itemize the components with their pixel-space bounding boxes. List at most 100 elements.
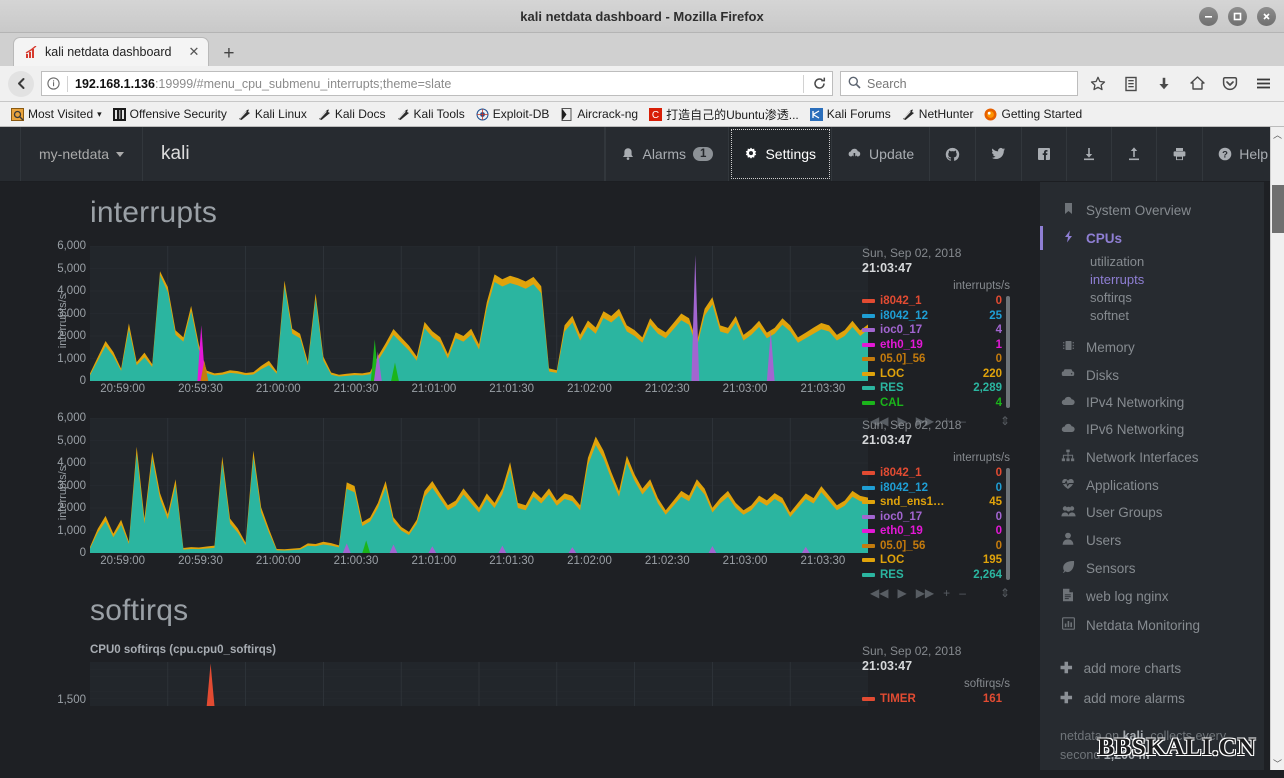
bookmark-item[interactable]: Kali Forums bbox=[805, 105, 896, 123]
legend-row[interactable]: i8042_120 bbox=[862, 481, 1002, 496]
header-menu-item-import[interactable] bbox=[1067, 127, 1112, 181]
bookmark-item[interactable]: C打造自己的Ubuntu渗透... bbox=[644, 104, 804, 125]
close-button[interactable] bbox=[1257, 7, 1276, 26]
sidebar-item-cpus[interactable]: CPUs bbox=[1040, 224, 1264, 252]
back-button[interactable] bbox=[8, 71, 34, 97]
legend-row[interactable]: snd_ens1…45 bbox=[862, 495, 1002, 510]
sidebar-item-ipv4-networking[interactable]: IPv4 Networking bbox=[1040, 389, 1264, 416]
section-title-interrupts: interrupts bbox=[0, 182, 1040, 230]
bookmark-item[interactable]: Exploit-DB bbox=[471, 105, 555, 123]
minimize-button[interactable] bbox=[1199, 7, 1218, 26]
page-info-icon[interactable] bbox=[47, 76, 68, 92]
legend-row[interactable]: eth0_191 bbox=[862, 338, 1002, 353]
sidebar-item-web-log-nginx[interactable]: web log nginx bbox=[1040, 582, 1264, 611]
sidebar-item-system-overview[interactable]: System Overview bbox=[1040, 196, 1264, 224]
zoom-in-button[interactable]: + bbox=[943, 586, 950, 600]
sidebar-item-netdata-monitoring[interactable]: Netdata Monitoring bbox=[1040, 611, 1264, 639]
bookmark-item[interactable]: Offensive Security bbox=[108, 105, 232, 123]
chart-plot[interactable] bbox=[90, 246, 868, 381]
search-input[interactable]: Search bbox=[840, 71, 1078, 96]
legend-row[interactable]: eth0_190 bbox=[862, 524, 1002, 539]
sidebar-item-user-groups[interactable]: User Groups bbox=[1040, 499, 1264, 526]
chart-plot[interactable] bbox=[90, 662, 868, 706]
sidebar-item-network-interfaces[interactable]: Network Interfaces bbox=[1040, 443, 1264, 471]
pocket-icon[interactable] bbox=[1217, 71, 1243, 97]
sidebar-add-more-alarms[interactable]: ✚add more alarms bbox=[1040, 683, 1264, 713]
star-icon[interactable] bbox=[1085, 71, 1111, 97]
hamburger-menu-icon[interactable] bbox=[1250, 71, 1276, 97]
browser-tab[interactable]: kali netdata dashboard ✕ bbox=[13, 37, 209, 66]
scroll-down-arrow[interactable]: ﹀ bbox=[1271, 756, 1284, 770]
header-menu-item-export[interactable] bbox=[1112, 127, 1157, 181]
sidebar-subitem-softirqs[interactable]: softirqs bbox=[1040, 288, 1264, 306]
tab-close-icon[interactable]: ✕ bbox=[188, 44, 199, 60]
sidebar-item-users[interactable]: Users bbox=[1040, 526, 1264, 554]
sidebar-add-more-charts[interactable]: ✚add more charts bbox=[1040, 653, 1264, 683]
library-icon[interactable] bbox=[1118, 71, 1144, 97]
play-button[interactable]: ▶ bbox=[897, 586, 906, 600]
legend-row[interactable]: RES2,264 bbox=[862, 568, 1002, 583]
github-icon bbox=[945, 147, 960, 162]
header-menu-label: Help bbox=[1239, 146, 1268, 162]
bookmark-item[interactable]: Aircrack-ng bbox=[555, 105, 643, 123]
legend-row[interactable]: 05.0]_560 bbox=[862, 352, 1002, 367]
reload-icon[interactable] bbox=[803, 75, 827, 93]
sidebar-subitem-softnet[interactable]: softnet bbox=[1040, 306, 1264, 324]
legend-row[interactable]: LOC195 bbox=[862, 553, 1002, 568]
sidebar-item-ipv6-networking[interactable]: IPv6 Networking bbox=[1040, 416, 1264, 443]
header-menu-item-settings[interactable]: Settings bbox=[729, 127, 832, 181]
watermark: BBSKALI.CN bbox=[1097, 734, 1256, 762]
legend-row[interactable]: 05.0]_560 bbox=[862, 539, 1002, 554]
sidebar-gap bbox=[1040, 324, 1264, 333]
sidebar-item-disks[interactable]: Disks bbox=[1040, 361, 1264, 389]
bookmark-item[interactable]: Most Visited▾ bbox=[6, 105, 107, 123]
legend-row[interactable]: TIMER161 bbox=[862, 692, 1002, 707]
new-tab-button[interactable]: + bbox=[223, 44, 234, 63]
legend-row[interactable]: RES2,289 bbox=[862, 381, 1002, 396]
legend-row[interactable]: LOC220 bbox=[862, 367, 1002, 382]
bookmark-item[interactable]: Kali Tools bbox=[392, 105, 470, 123]
bookmark-item[interactable]: NetHunter bbox=[897, 105, 979, 123]
legend-scrollbar[interactable] bbox=[1006, 468, 1010, 580]
sidebar-item-sensors[interactable]: Sensors bbox=[1040, 554, 1264, 582]
rewind-button[interactable]: ◀◀ bbox=[870, 586, 888, 600]
chart-plot[interactable] bbox=[90, 418, 868, 553]
sidebar-item-applications[interactable]: Applications bbox=[1040, 471, 1264, 499]
header-menu-item-print[interactable] bbox=[1157, 127, 1203, 181]
legend-color-swatch bbox=[862, 558, 875, 562]
file-text-icon bbox=[1060, 588, 1076, 605]
sidebar-item-memory[interactable]: Memory bbox=[1040, 333, 1264, 361]
bookmark-item[interactable]: Kali Docs bbox=[313, 105, 391, 123]
legend-row[interactable]: i8042_1225 bbox=[862, 309, 1002, 324]
bell-icon bbox=[621, 147, 635, 161]
plus-icon: ✚ bbox=[1060, 689, 1073, 707]
scroll-up-arrow[interactable]: ︿ bbox=[1271, 127, 1284, 141]
url-bar[interactable]: 192.168.1.136:19999/#menu_cpu_submenu_in… bbox=[41, 71, 833, 96]
x-tick-label: 21:03:00 bbox=[723, 383, 768, 395]
url-text[interactable]: 192.168.1.136:19999/#menu_cpu_submenu_in… bbox=[75, 77, 796, 91]
header-menu-item-facebook[interactable] bbox=[1022, 127, 1067, 181]
home-icon[interactable] bbox=[1184, 71, 1210, 97]
page-scrollbar[interactable]: ︿ ﹀ bbox=[1270, 127, 1284, 770]
my-netdata-dropdown[interactable]: my-netdata bbox=[21, 127, 143, 181]
bookmark-item[interactable]: Kali Linux bbox=[233, 105, 312, 123]
scrollbar-thumb[interactable] bbox=[1272, 185, 1284, 233]
header-menu-item-github[interactable] bbox=[930, 127, 976, 181]
legend-row[interactable]: i8042_10 bbox=[862, 466, 1002, 481]
sidebar-subitem-utilization[interactable]: utilization bbox=[1040, 252, 1264, 270]
legend-row[interactable]: i8042_10 bbox=[862, 294, 1002, 309]
legend-row[interactable]: CAL4 bbox=[862, 396, 1002, 411]
zoom-out-button[interactable]: – bbox=[959, 586, 966, 600]
forward-button[interactable]: ▶▶ bbox=[916, 586, 934, 600]
header-menu-item-update[interactable]: Update bbox=[832, 127, 930, 181]
legend-row[interactable]: ioc0_174 bbox=[862, 323, 1002, 338]
header-menu-item-alarms[interactable]: Alarms1 bbox=[605, 127, 729, 181]
legend-row[interactable]: ioc0_170 bbox=[862, 510, 1002, 525]
resize-handle[interactable]: ⇕ bbox=[1000, 586, 1010, 600]
maximize-button[interactable] bbox=[1228, 7, 1247, 26]
downloads-icon[interactable] bbox=[1151, 71, 1177, 97]
sidebar-subitem-interrupts[interactable]: interrupts bbox=[1040, 270, 1264, 288]
bookmark-item[interactable]: Getting Started bbox=[979, 105, 1087, 123]
header-menu-item-twitter[interactable] bbox=[976, 127, 1022, 181]
legend-scrollbar[interactable] bbox=[1006, 296, 1010, 408]
